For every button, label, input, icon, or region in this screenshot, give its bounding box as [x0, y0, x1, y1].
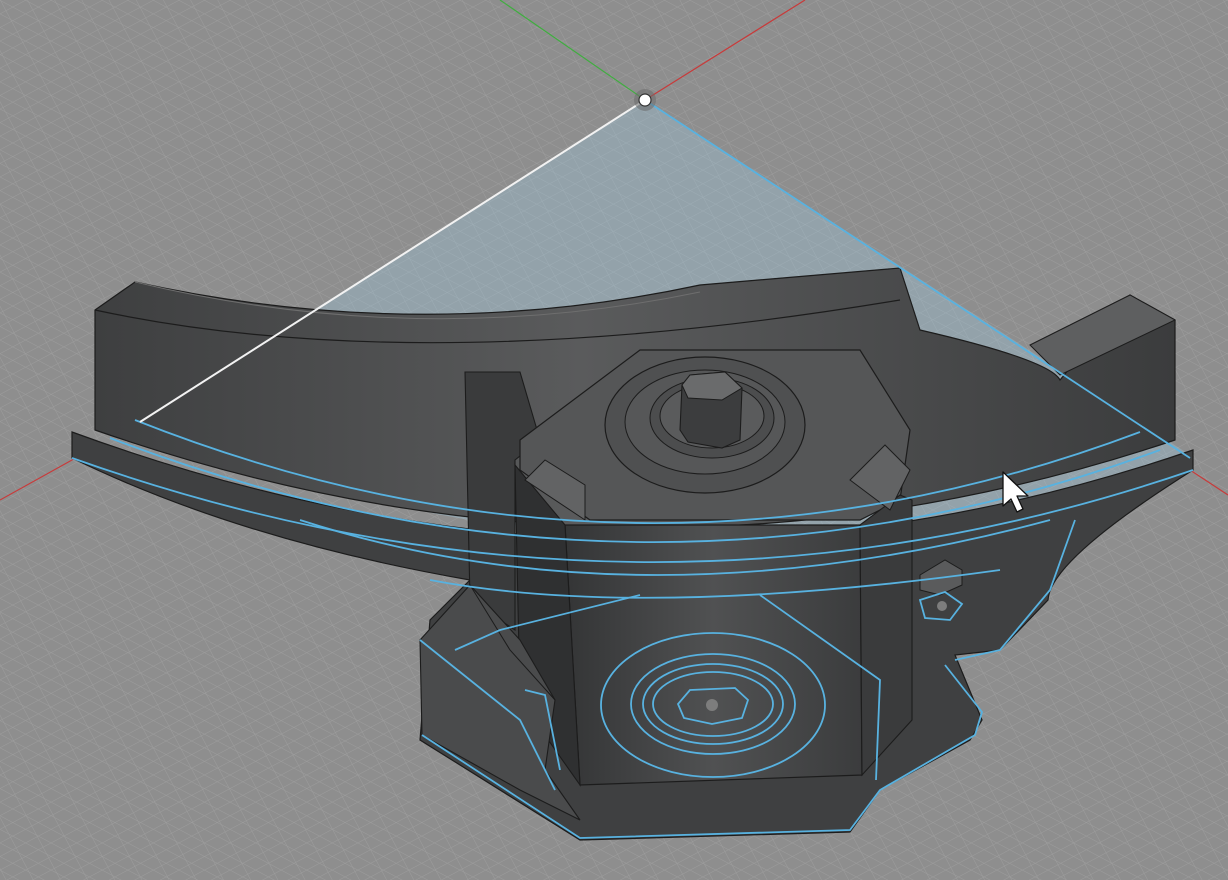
- center-point-hole: [706, 699, 718, 711]
- housing-front: [564, 524, 863, 786]
- pin-point: [937, 601, 947, 611]
- origin-point[interactable]: [634, 89, 656, 111]
- shaft-boss: [604, 356, 806, 494]
- cad-viewport[interactable]: [0, 0, 1228, 880]
